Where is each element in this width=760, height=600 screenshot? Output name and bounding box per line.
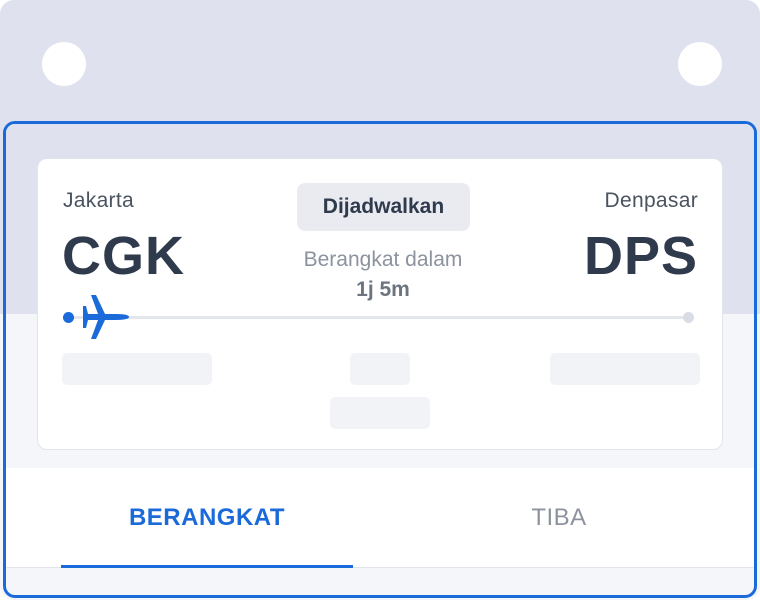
departure-countdown-label: Berangkat dalam [303, 248, 463, 271]
route-line [68, 316, 688, 319]
ticket-punch-hole-right [678, 42, 722, 86]
loading-placeholder-bottom [330, 397, 430, 429]
flight-tabs: BERANGKAT TIBA [6, 468, 754, 568]
destination-airport-code: DPS [583, 226, 698, 286]
departure-countdown-value: 1j 5m [356, 278, 410, 301]
loading-placeholder-left [62, 353, 212, 385]
ticket-punch-hole-left [42, 42, 86, 86]
loading-placeholder-center [350, 353, 410, 385]
route-destination-dot [683, 312, 694, 323]
status-badge: Dijadwalkan [297, 183, 470, 231]
flight-summary-card[interactable]: Jakarta CGK Dijadwalkan Berangkat dalam … [37, 158, 723, 450]
loading-placeholder-right [550, 353, 700, 385]
plane-icon [83, 295, 129, 339]
origin-airport-code: CGK [62, 226, 185, 286]
tab-departure[interactable]: BERANGKAT [61, 468, 353, 568]
destination-city: Denpasar [604, 189, 698, 212]
tab-arrival[interactable]: TIBA [413, 468, 705, 568]
ticket-frame: Jakarta CGK Dijadwalkan Berangkat dalam … [0, 0, 760, 600]
route-origin-dot [63, 312, 74, 323]
origin-city: Jakarta [63, 189, 134, 212]
active-tab-indicator [61, 565, 353, 568]
